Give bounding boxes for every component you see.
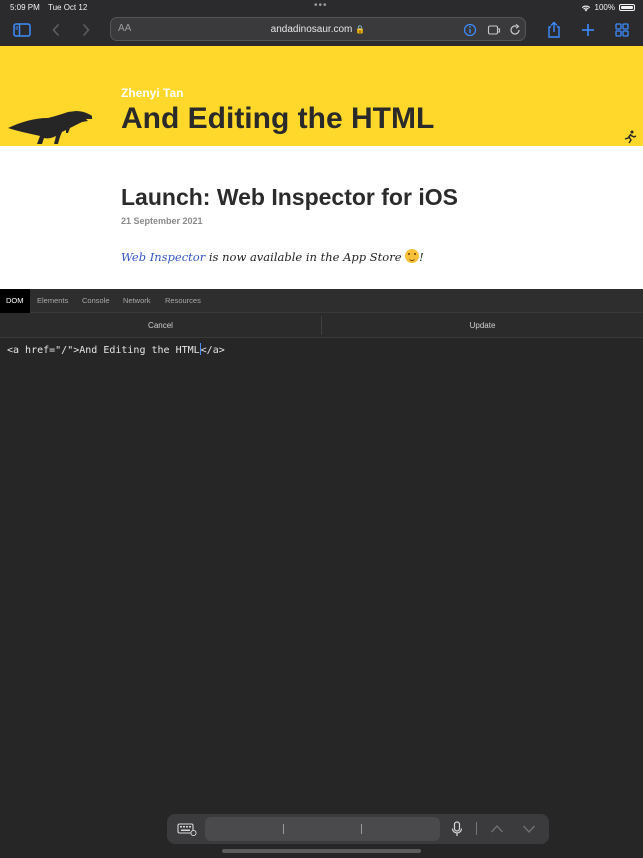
- battery-percent: 100%: [594, 3, 615, 12]
- lock-icon: 🔒: [355, 25, 366, 34]
- tab-console[interactable]: Console: [76, 289, 116, 313]
- tab-elements[interactable]: Elements: [31, 289, 74, 313]
- address-bar[interactable]: AA andadinosaur.com 🔒: [110, 17, 526, 41]
- cancel-button[interactable]: Cancel: [0, 313, 321, 338]
- party-face-icon: [405, 249, 420, 263]
- post-date: 21 September 2021: [121, 216, 203, 226]
- post-body-text: is now available in the App Store: [205, 250, 406, 264]
- sidebar-icon: [13, 23, 31, 37]
- update-button[interactable]: Update: [322, 313, 643, 338]
- tab-resources[interactable]: Resources: [159, 289, 207, 313]
- share-icon: [548, 21, 560, 38]
- predictive-text-bar[interactable]: [205, 817, 440, 841]
- web-inspector-link[interactable]: Web Inspector: [121, 250, 205, 264]
- sidebar-button[interactable]: [10, 18, 34, 42]
- extension-icon[interactable]: [487, 23, 501, 37]
- browser-chrome: 5:09 PM Tue Oct 12 ••• 100% AA andadinos…: [0, 0, 643, 46]
- runner-icon[interactable]: [623, 130, 637, 144]
- chevron-left-icon: [52, 23, 60, 37]
- chevron-right-icon: [82, 23, 90, 37]
- code-after-caret: </a>: [200, 345, 225, 356]
- prediction-separator: [283, 824, 284, 834]
- wifi-icon: [581, 5, 590, 11]
- new-tab-button[interactable]: [576, 18, 600, 42]
- html-editor[interactable]: <a href="/">And Editing the HTML</a>: [0, 339, 643, 809]
- chevron-down-icon[interactable]: [522, 822, 536, 836]
- prediction-separator: [361, 824, 362, 834]
- post-body: Web Inspector is now available in the Ap…: [121, 249, 424, 264]
- reload-icon[interactable]: [508, 23, 522, 37]
- html-code[interactable]: <a href="/">And Editing the HTML</a>: [7, 343, 225, 356]
- web-inspector-panel: DOM Elements Console Network Resources C…: [0, 289, 643, 858]
- code-before-caret: <a href="/">And Editing the HTML: [7, 345, 200, 356]
- tab-network[interactable]: Network: [117, 289, 157, 313]
- post-body-end: !: [419, 250, 424, 264]
- site-banner: Zhenyi Tan And Editing the HTML: [0, 46, 643, 146]
- url-text: andadinosaur.com: [270, 24, 353, 35]
- tab-dom[interactable]: DOM: [0, 289, 30, 313]
- info-icon[interactable]: [463, 23, 477, 37]
- chevron-up-icon[interactable]: [490, 822, 504, 836]
- post-title[interactable]: Launch: Web Inspector for iOS: [121, 184, 458, 211]
- edit-actions-bar: Cancel Update: [0, 313, 643, 338]
- site-title[interactable]: And Editing the HTML: [121, 102, 434, 136]
- dinosaur-icon[interactable]: [6, 106, 96, 146]
- multitasking-dots-icon[interactable]: •••: [314, 0, 328, 11]
- status-right: 100%: [581, 3, 635, 12]
- grid-icon: [615, 23, 629, 37]
- browser-toolbar: AA andadinosaur.com 🔒: [0, 14, 643, 46]
- back-button[interactable]: [44, 18, 68, 42]
- home-indicator[interactable]: [222, 849, 421, 853]
- tab-overview-button[interactable]: [610, 18, 634, 42]
- bar-separator: [476, 822, 477, 835]
- forward-button[interactable]: [74, 18, 98, 42]
- keyboard-assistant-bar: [167, 814, 549, 844]
- status-time: 5:09 PM: [10, 3, 40, 12]
- battery-icon: [619, 4, 635, 11]
- keyboard-icon[interactable]: [177, 822, 197, 836]
- web-content: Zhenyi Tan And Editing the HTML Launch: …: [0, 46, 643, 289]
- inspector-tabs: DOM Elements Console Network Resources: [0, 289, 643, 313]
- microphone-icon[interactable]: [451, 821, 463, 837]
- status-bar: 5:09 PM Tue Oct 12 ••• 100%: [0, 0, 643, 14]
- author-name[interactable]: Zhenyi Tan: [121, 86, 183, 100]
- share-button[interactable]: [542, 18, 566, 42]
- plus-icon: [582, 24, 594, 36]
- status-date: Tue Oct 12: [48, 3, 88, 12]
